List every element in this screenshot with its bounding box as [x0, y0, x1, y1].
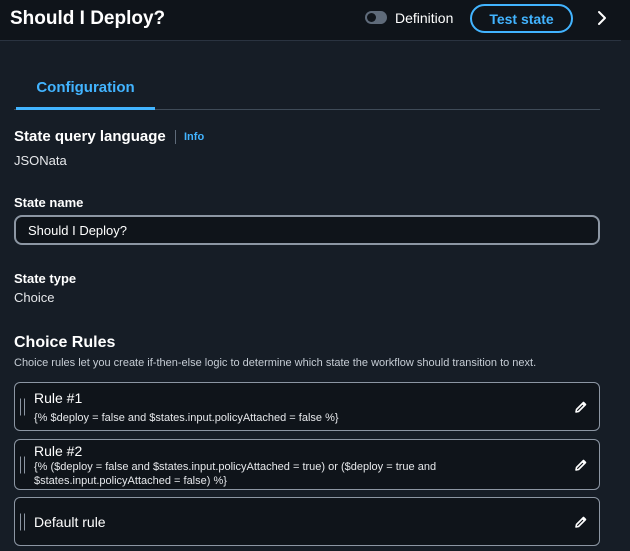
state-name-label: State name — [14, 195, 84, 210]
query-language-label: State query language — [14, 128, 166, 145]
edit-icon[interactable] — [573, 457, 589, 473]
choice-rules-title: Choice Rules — [14, 334, 116, 351]
info-link[interactable]: Info — [184, 131, 204, 143]
edit-icon[interactable] — [573, 514, 589, 530]
rule-title: Default rule — [34, 514, 106, 530]
info-divider — [175, 130, 176, 144]
toggle-knob — [367, 13, 376, 22]
scrollbar[interactable] — [621, 40, 630, 551]
definition-toggle[interactable] — [365, 11, 387, 24]
state-type-label: State type — [14, 271, 77, 286]
choice-rule-1[interactable]: Rule #1 {% $deploy = false and $states.i… — [14, 382, 600, 431]
header: Should I Deploy? Definition Test state — [0, 0, 630, 40]
rule-title: Rule #1 — [34, 390, 83, 406]
edit-icon[interactable] — [573, 399, 589, 415]
state-name-input[interactable] — [14, 215, 600, 245]
page-title: Should I Deploy? — [10, 8, 166, 29]
config-panel: Configuration State query language Info … — [0, 40, 630, 551]
test-state-button[interactable]: Test state — [470, 4, 573, 33]
choice-rule-2[interactable]: Rule #2 {% ($deploy = false and $states.… — [14, 439, 600, 490]
drag-handle-icon[interactable] — [20, 456, 25, 473]
rule-title: Rule #2 — [34, 443, 83, 459]
chevron-right-icon[interactable] — [594, 9, 610, 27]
drag-handle-icon[interactable] — [20, 398, 25, 415]
choice-rules-description: Choice rules let you create if-then-else… — [14, 357, 537, 369]
rule-condition: {% ($deploy = false and $states.input.po… — [34, 461, 437, 487]
tab-active-indicator — [16, 107, 155, 110]
drag-handle-icon[interactable] — [20, 513, 25, 530]
state-type-value: Choice — [14, 290, 55, 305]
rule-condition: {% $deploy = false and $states.input.pol… — [34, 412, 339, 424]
query-language-value: JSONata — [14, 153, 67, 168]
definition-toggle-label: Definition — [395, 10, 454, 26]
default-rule[interactable]: Default rule — [14, 497, 600, 546]
